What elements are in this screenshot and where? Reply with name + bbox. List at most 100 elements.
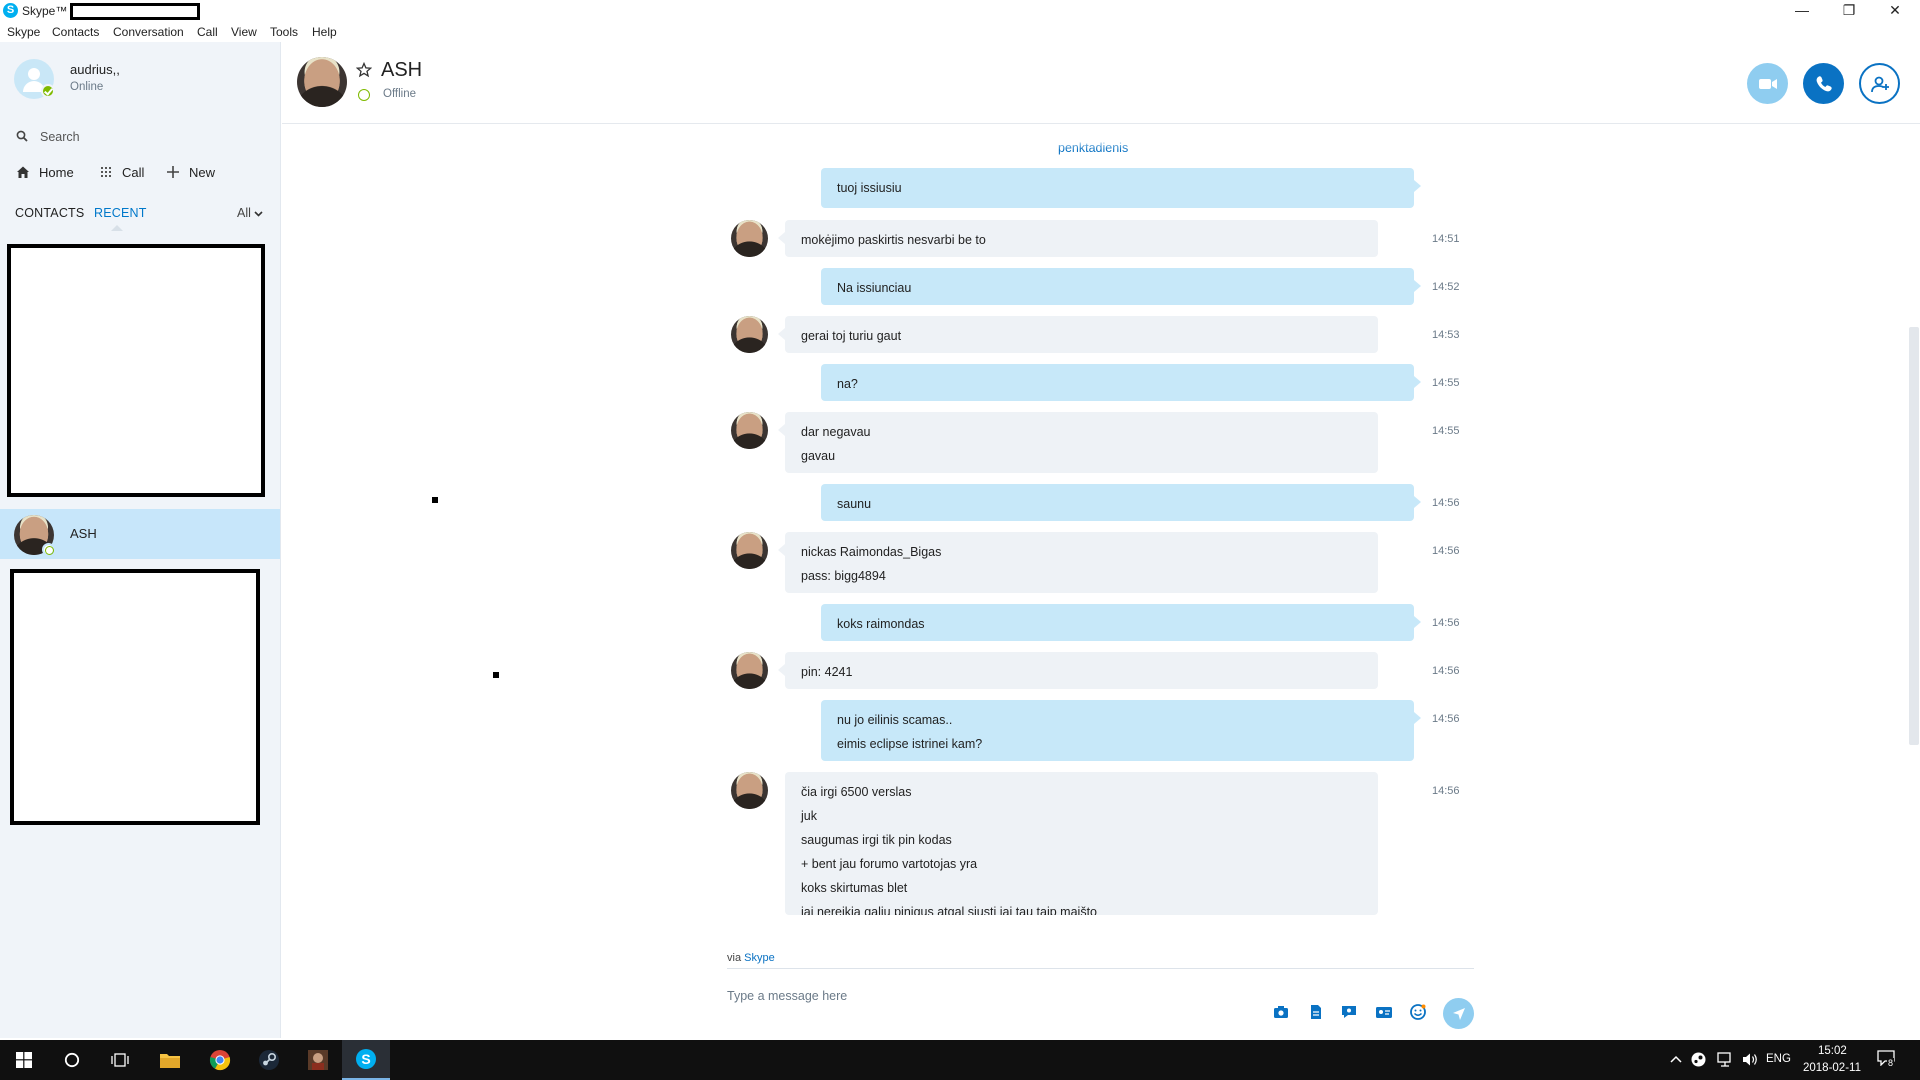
message-text: jai nereikia galiu pinigus atgal siusti … [801, 905, 1097, 915]
send-button[interactable] [1443, 998, 1474, 1029]
search-icon [16, 130, 28, 142]
call-button[interactable]: Call [98, 160, 144, 184]
scroll-fade [821, 138, 1414, 150]
audio-call-button[interactable] [1803, 63, 1844, 104]
redacted-contacts-block [10, 569, 260, 825]
menu-tools[interactable]: Tools [270, 25, 298, 39]
menu-view[interactable]: View [231, 25, 257, 39]
restore-button[interactable]: ❐ [1826, 0, 1872, 22]
offline-status-icon [42, 543, 55, 556]
video-call-button[interactable] [1747, 63, 1788, 104]
message-timestamp: 14:56 [1432, 617, 1460, 629]
contact-name: ASH [70, 526, 97, 541]
task-view-button[interactable] [96, 1040, 144, 1080]
notification-count: 8 [1887, 1058, 1895, 1068]
message-text: Na issiunciau [837, 281, 912, 295]
message-text: juk [801, 809, 817, 823]
cortana-button[interactable] [48, 1040, 96, 1080]
message-input[interactable] [727, 985, 1227, 1007]
volume-icon[interactable] [1742, 1052, 1759, 1067]
phone-icon [1816, 75, 1832, 91]
marker-dot [493, 672, 499, 678]
menu-conversation[interactable]: Conversation [113, 25, 184, 39]
conversation-avatar[interactable] [297, 57, 347, 107]
window-title: Skype™ - [22, 4, 75, 18]
menu-help[interactable]: Help [312, 25, 337, 39]
conversation-header: ASH Offline [282, 42, 1920, 124]
title-bar: S Skype™ - — ❐ ✕ [0, 0, 1920, 22]
contact-item-ash[interactable]: ASH [0, 509, 280, 559]
taskbar-chrome[interactable] [196, 1040, 244, 1080]
conversation-name: ASH [381, 59, 423, 81]
message-incoming[interactable]: dar negavau gavau [778, 412, 1378, 473]
profile-name[interactable]: audrius,, [70, 62, 120, 77]
message-incoming[interactable]: mokėjimo paskirtis nesvarbi be to [778, 220, 1378, 257]
sender-avatar[interactable] [731, 652, 768, 689]
start-button[interactable] [0, 1040, 48, 1080]
menu-call[interactable]: Call [197, 25, 218, 39]
conversation-status: Offline [383, 88, 417, 100]
profile-status[interactable]: Online [70, 81, 103, 93]
taskbar-skype[interactable]: S [342, 1040, 390, 1080]
message-text: koks skirtumas blet [801, 881, 908, 895]
new-button[interactable]: New [165, 160, 215, 184]
message-outgoing[interactable]: koks raimondas [821, 604, 1421, 641]
sender-avatar[interactable] [731, 316, 768, 353]
language-indicator[interactable]: ENG [1766, 1053, 1791, 1065]
minimize-button[interactable]: — [1779, 0, 1825, 22]
send-image-icon[interactable] [1272, 1003, 1290, 1021]
cortana-circle-icon [64, 1052, 80, 1068]
message-incoming[interactable]: gerai toj turiu gaut [778, 316, 1378, 353]
message-incoming[interactable]: čia irgi 6500 verslas juk saugumas irgi … [785, 772, 1378, 915]
chat-scrollbar[interactable] [1909, 327, 1919, 745]
send-contact-icon[interactable] [1375, 1003, 1393, 1021]
close-button[interactable]: ✕ [1872, 0, 1918, 22]
message-outgoing[interactable]: nu jo eilinis scamas.. eimis eclipse ist… [821, 700, 1421, 761]
home-icon [15, 164, 31, 180]
message-outgoing[interactable]: tuoj issiusiu [821, 168, 1421, 208]
message-incoming[interactable]: nickas Raimondas_Bigas pass: bigg4894 [778, 532, 1378, 593]
message-timestamp: 14:55 [1432, 425, 1460, 437]
message-timestamp: 14:56 [1432, 545, 1460, 557]
send-arrow-icon [1452, 1007, 1465, 1020]
message-text: čia irgi 6500 verslas [801, 785, 912, 799]
tab-recent[interactable]: RECENT [94, 206, 147, 220]
sender-avatar[interactable] [731, 772, 768, 809]
message-text: + bent jau forumo vartotojas yra [801, 857, 978, 871]
taskbar-steam[interactable] [245, 1040, 293, 1080]
add-participant-button[interactable] [1859, 63, 1900, 104]
steam-tray-icon[interactable] [1691, 1052, 1706, 1067]
search-bar [0, 122, 280, 152]
emoticon-icon[interactable] [1409, 1003, 1427, 1021]
sender-avatar[interactable] [731, 220, 768, 257]
message-text: gavau [801, 449, 836, 463]
taskbar-file-explorer[interactable] [146, 1040, 194, 1080]
favorite-star-icon[interactable] [356, 62, 372, 78]
taskbar-game-app[interactable] [294, 1040, 342, 1080]
search-input[interactable] [40, 126, 260, 148]
tab-contacts[interactable]: CONTACTS [15, 206, 84, 220]
send-file-icon[interactable] [1307, 1003, 1325, 1021]
show-hidden-icons-icon[interactable] [1670, 1055, 1682, 1063]
message-incoming[interactable]: pin: 4241 [778, 652, 1378, 689]
via-skype-link[interactable]: Skype [744, 952, 775, 964]
sender-avatar[interactable] [731, 532, 768, 569]
network-icon[interactable] [1717, 1052, 1734, 1067]
video-message-icon[interactable] [1340, 1003, 1358, 1021]
message-outgoing[interactable]: na? [821, 364, 1421, 401]
windows-taskbar: S ENG 15:02 2018-02-11 8 [0, 1040, 1920, 1080]
sender-avatar[interactable] [731, 412, 768, 449]
action-center-button[interactable]: 8 [1877, 1050, 1897, 1070]
menu-skype[interactable]: Skype [7, 25, 40, 39]
message-outgoing[interactable]: saunu [821, 484, 1421, 521]
message-outgoing[interactable]: Na issiunciau [821, 268, 1421, 305]
menu-contacts[interactable]: Contacts [52, 25, 99, 39]
home-button[interactable]: Home [15, 160, 74, 184]
clock-date[interactable]: 2018-02-11 [1803, 1062, 1861, 1074]
clock-time[interactable]: 15:02 [1818, 1045, 1847, 1057]
windows-logo-icon [16, 1052, 32, 1068]
svg-text:S: S [361, 1051, 370, 1067]
redacted-title-block [70, 3, 200, 20]
message-text: nu jo eilinis scamas.. [837, 713, 953, 727]
filter-dropdown[interactable]: All [237, 206, 263, 220]
